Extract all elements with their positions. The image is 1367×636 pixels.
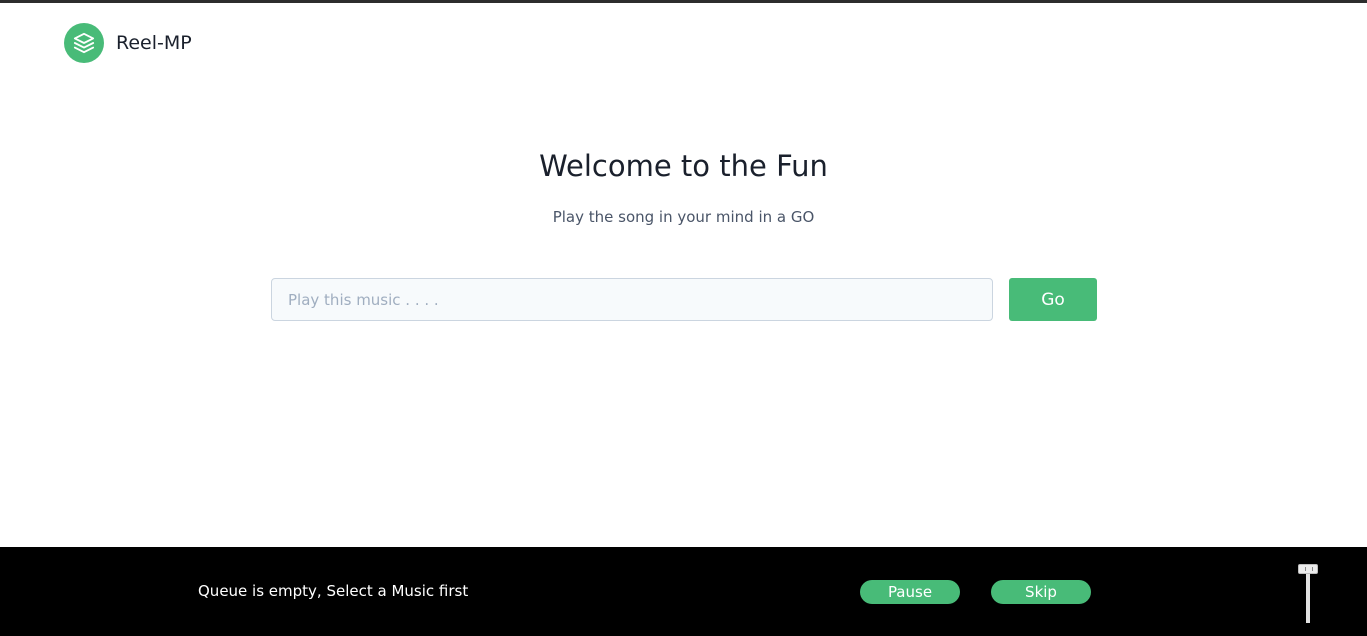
volume-slider[interactable]	[1297, 561, 1319, 625]
volume-thumb[interactable]	[1298, 564, 1318, 574]
search-input[interactable]	[271, 278, 993, 321]
skip-button[interactable]: Skip	[991, 580, 1091, 604]
player-bar: Queue is empty, Select a Music first Pau…	[0, 547, 1367, 636]
pause-button[interactable]: Pause	[860, 580, 960, 604]
top-border	[0, 0, 1367, 3]
layers-icon[interactable]	[64, 23, 104, 63]
app-header: Reel-MP	[64, 23, 192, 63]
brand-name[interactable]: Reel-MP	[116, 32, 192, 54]
hero-section: Welcome to the Fun Play the song in your…	[0, 146, 1367, 228]
page-title: Welcome to the Fun	[539, 149, 828, 183]
queue-status: Queue is empty, Select a Music first	[198, 582, 469, 600]
go-button[interactable]: Go	[1009, 278, 1097, 321]
page-subtitle: Play the song in your mind in a GO	[552, 208, 815, 226]
